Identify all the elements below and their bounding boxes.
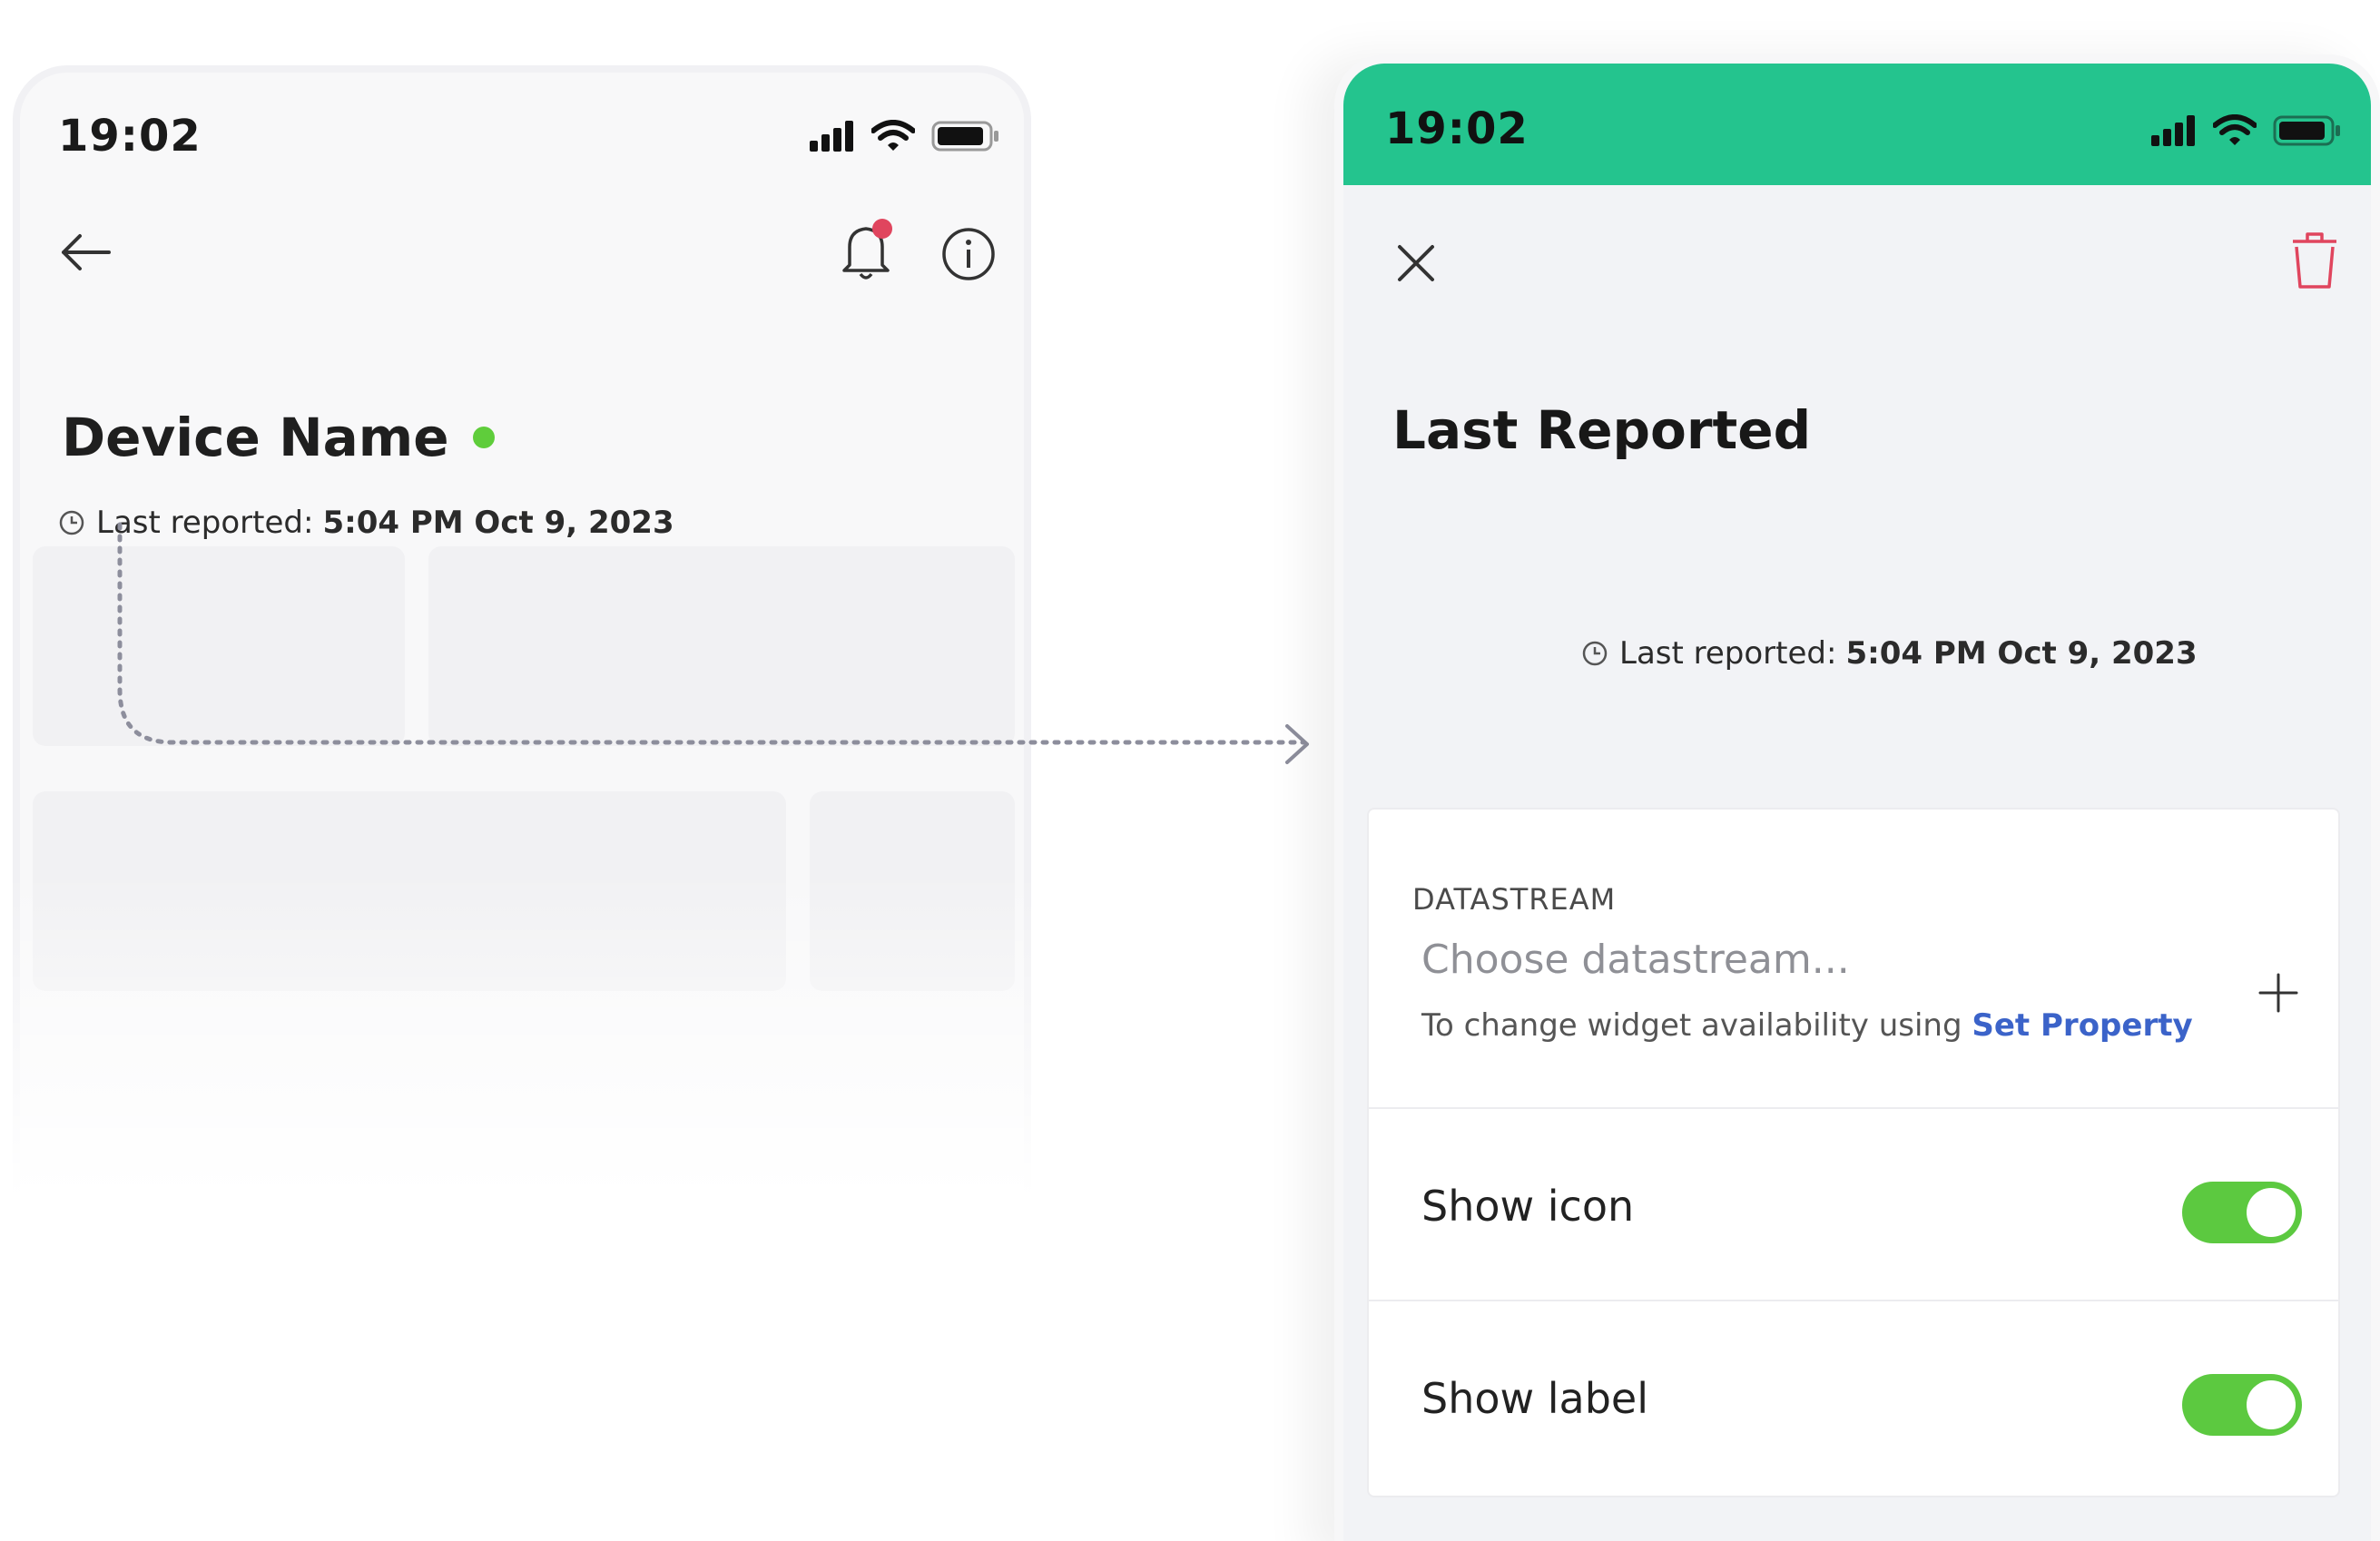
signal-icon (2151, 115, 2195, 146)
device-screen: 19:02 Device Name Last reported: 5:04 PM… (13, 65, 1031, 1336)
reported-label: Last reported: (1619, 635, 1837, 672)
notification-dot (872, 219, 892, 239)
trash-icon[interactable] (2287, 229, 2342, 292)
widget-settings-screen: 19:02 Last Reported Last reported: 5:04 … (1334, 54, 2380, 1541)
show-icon-label: Show icon (1421, 1182, 1635, 1231)
status-time: 19:02 (1385, 103, 1529, 154)
toggle-knob (2247, 1188, 2296, 1237)
datastream-select[interactable]: Choose datastream... (1421, 937, 1850, 983)
device-name-text: Device Name (62, 407, 449, 468)
status-icons (2151, 114, 2342, 147)
divider (1369, 1107, 2338, 1109)
datastream-help-text: To change widget availability using (1421, 1007, 1962, 1044)
battery-icon (931, 121, 998, 152)
close-icon[interactable] (1389, 236, 1443, 290)
widget-placeholder (810, 791, 1015, 991)
set-property-link[interactable]: Set Property (1972, 1007, 2192, 1044)
clock-icon (1582, 641, 1608, 666)
wifi-icon (871, 120, 915, 151)
status-time: 19:02 (58, 111, 202, 162)
datastream-caption: DATASTREAM (1412, 882, 1617, 917)
show-label-label: Show label (1421, 1374, 1648, 1423)
last-reported-row: Last reported: 5:04 PM Oct 9, 2023 (58, 505, 674, 541)
reported-value: 5:04 PM Oct 9, 2023 (1845, 635, 2198, 672)
online-status-dot (472, 427, 495, 448)
clock-icon (59, 510, 84, 535)
device-name: Device Name (62, 407, 495, 468)
show-label-toggle[interactable] (2182, 1374, 2302, 1436)
datastream-help: To change widget availability using Set … (1421, 1007, 2193, 1044)
bell-icon[interactable] (837, 218, 895, 283)
page-title: Last Reported (1392, 399, 1812, 461)
wifi-icon (2213, 114, 2257, 145)
info-icon[interactable] (941, 227, 996, 281)
reported-label: Last reported: (96, 505, 314, 541)
status-icons (810, 120, 1000, 152)
widget-placeholder (33, 546, 405, 746)
widget-placeholder (33, 791, 786, 991)
widget-placeholder (428, 546, 1015, 746)
divider (1369, 1300, 2338, 1301)
stage: 19:02 Device Name Last reported: 5:04 PM… (0, 0, 2380, 1541)
toggle-knob (2247, 1380, 2296, 1429)
plus-icon[interactable] (2257, 971, 2300, 1015)
back-arrow-icon[interactable] (58, 225, 113, 280)
reported-value: 5:04 PM Oct 9, 2023 (322, 505, 674, 541)
last-reported-preview: Last reported: 5:04 PM Oct 9, 2023 (1581, 635, 2198, 672)
settings-card: DATASTREAM Choose datastream... To chang… (1367, 808, 2340, 1497)
show-icon-toggle[interactable] (2182, 1182, 2302, 1243)
battery-icon (2273, 115, 2340, 146)
signal-icon (810, 121, 853, 152)
